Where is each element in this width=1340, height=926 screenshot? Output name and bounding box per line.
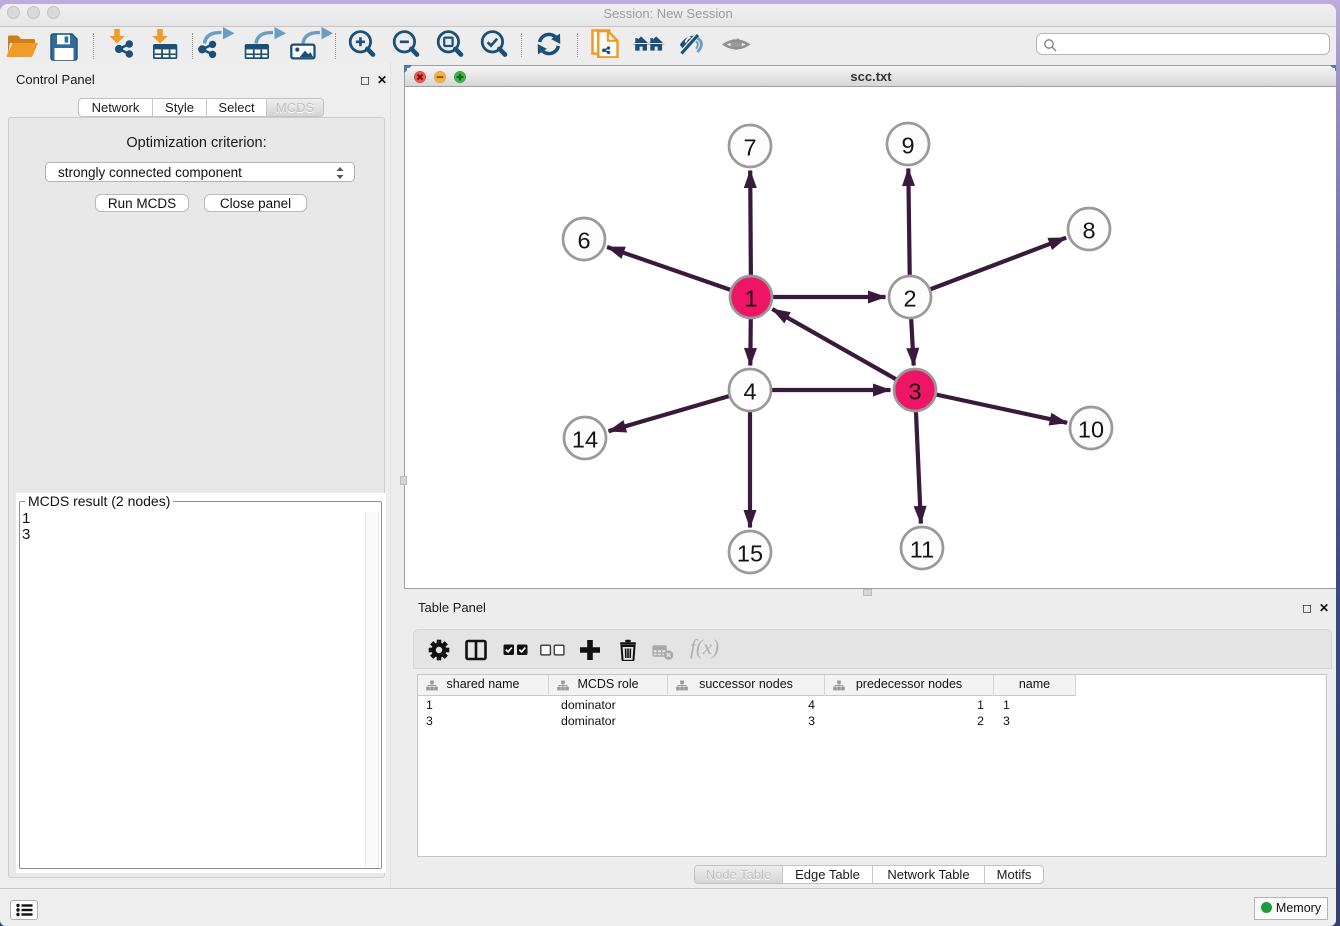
svg-text:14: 14	[572, 426, 598, 452]
svg-text:6: 6	[577, 227, 590, 253]
svg-text:4: 4	[743, 378, 756, 404]
svg-text:7: 7	[743, 134, 756, 160]
svg-text:10: 10	[1078, 416, 1104, 442]
svg-text:9: 9	[901, 132, 914, 158]
svg-text:15: 15	[737, 540, 763, 566]
svg-text:11: 11	[910, 536, 934, 562]
svg-text:1: 1	[744, 285, 757, 311]
svg-text:3: 3	[908, 378, 921, 404]
svg-text:8: 8	[1082, 217, 1095, 243]
svg-text:2: 2	[903, 285, 916, 311]
